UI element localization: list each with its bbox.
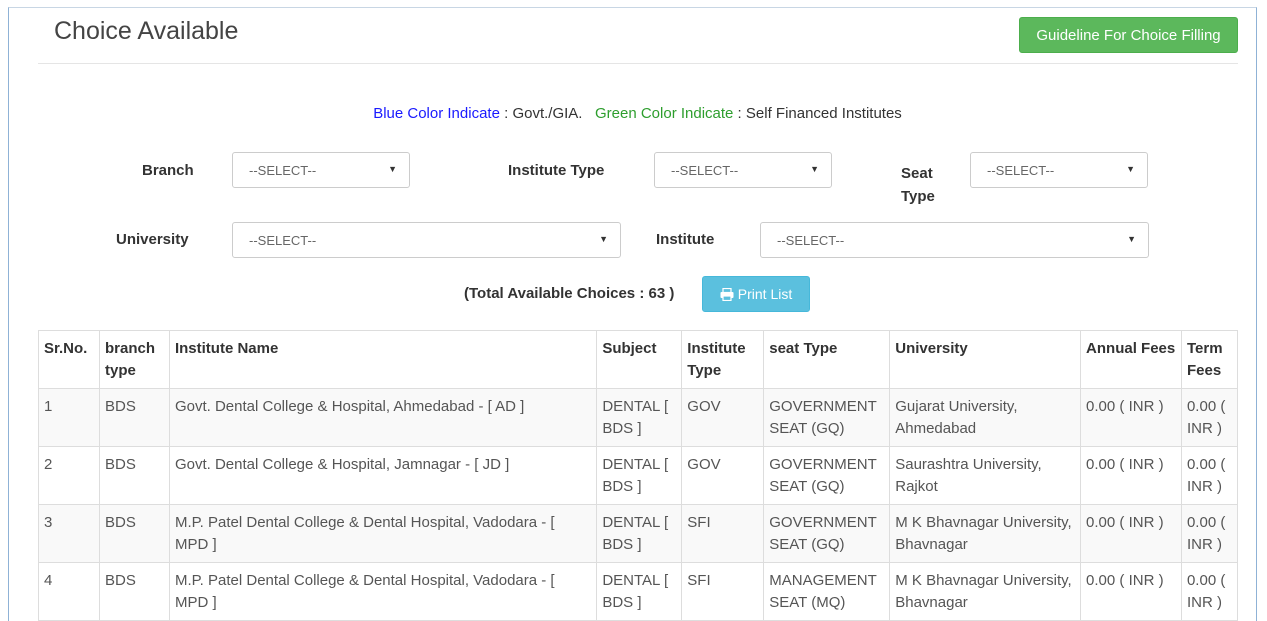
cell-subject: DENTAL [ BDS ]: [596, 446, 683, 505]
col-header[interactable]: branch type: [98, 330, 170, 389]
cell-university: Gujarat University, Ahmedabad: [889, 388, 1082, 447]
cell-branch-type: BDS: [98, 504, 170, 563]
cell-subject: DENTAL [ BDS ]: [596, 504, 683, 563]
institute-select[interactable]: --SELECT-- ▼: [760, 222, 1149, 258]
col-header[interactable]: University: [889, 330, 1082, 389]
cell-sr-no: 3: [38, 504, 100, 563]
print-icon: [720, 287, 734, 301]
cell-sr-no: 2: [38, 446, 100, 505]
col-header[interactable]: seat Type: [763, 330, 891, 389]
chevron-down-icon: ▼: [1126, 164, 1135, 174]
cell-institute-name: M.P. Patel Dental College & Dental Hospi…: [168, 562, 598, 621]
cell-seat-type: GOVERNMENT SEAT (GQ): [763, 388, 891, 447]
guideline-button[interactable]: Guideline For Choice Filling: [1019, 17, 1238, 53]
legend-blue-value: : Govt./GIA.: [499, 105, 583, 122]
cell-institute-type: GOV: [681, 388, 765, 447]
cell-university: M K Bhavnagar University, Bhavnagar: [889, 504, 1082, 563]
institute-label: Institute: [656, 231, 715, 248]
cell-branch-type: BDS: [98, 388, 170, 447]
col-header[interactable]: Annual Fees: [1080, 330, 1182, 389]
cell-university: Saurashtra University, Rajkot: [889, 446, 1082, 505]
university-select-value: --SELECT--: [249, 232, 317, 248]
table-row: 2 BDS Govt. Dental College & Hospital, J…: [38, 446, 1239, 505]
cell-seat-type: GOVERNMENT SEAT (GQ): [763, 446, 891, 505]
seat-type-select-value: --SELECT--: [987, 162, 1055, 178]
seat-type-select[interactable]: --SELECT-- ▼: [970, 152, 1148, 188]
institute-type-select[interactable]: --SELECT-- ▼: [654, 152, 832, 188]
cell-institute-name: Govt. Dental College & Hospital, Ahmedab…: [168, 388, 598, 447]
col-header[interactable]: Subject: [596, 330, 683, 389]
institute-type-select-value: --SELECT--: [671, 162, 739, 178]
seat-type-label-line1: Seat: [901, 165, 933, 182]
legend-green-label: Green Color Indicate: [594, 105, 734, 122]
institute-select-value: --SELECT--: [777, 232, 845, 248]
cell-subject: DENTAL [ BDS ]: [596, 388, 683, 447]
cell-term-fees: 0.00 ( INR ): [1180, 388, 1239, 447]
branch-select-value: --SELECT--: [249, 162, 317, 178]
cell-branch-type: BDS: [98, 562, 170, 621]
cell-university: M K Bhavnagar University, Bhavnagar: [889, 562, 1082, 621]
table-header-row: Sr.No. branch type Institute Name Subjec…: [38, 330, 1239, 389]
cell-term-fees: 0.00 ( INR ): [1180, 446, 1239, 505]
chevron-down-icon: ▼: [599, 234, 608, 244]
cell-institute-name: Govt. Dental College & Hospital, Jamnaga…: [168, 446, 598, 505]
print-list-button[interactable]: Print List: [702, 276, 810, 312]
chevron-down-icon: ▼: [810, 164, 819, 174]
cell-annual-fees: 0.00 ( INR ): [1080, 562, 1182, 621]
choices-table: Sr.No. branch type Institute Name Subjec…: [38, 330, 1239, 621]
col-header[interactable]: Sr.No.: [38, 330, 100, 389]
table-row: 1 BDS Govt. Dental College & Hospital, A…: [38, 388, 1239, 447]
cell-institute-type: GOV: [681, 446, 765, 505]
cell-institute-type: SFI: [681, 562, 765, 621]
print-list-label: Print List: [737, 286, 793, 302]
institute-type-label: Institute Type: [508, 162, 605, 179]
total-choices: (Total Available Choices : 63 ): [464, 285, 675, 302]
cell-term-fees: 0.00 ( INR ): [1180, 562, 1239, 621]
cell-sr-no: 4: [38, 562, 100, 621]
cell-annual-fees: 0.00 ( INR ): [1080, 504, 1182, 563]
cell-seat-type: GOVERNMENT SEAT (GQ): [763, 504, 891, 563]
divider: [38, 63, 1238, 64]
legend-blue-label: Blue Color Indicate: [373, 105, 500, 122]
chevron-down-icon: ▼: [388, 164, 397, 174]
table-row: 4 BDS M.P. Patel Dental College & Dental…: [38, 562, 1239, 621]
seat-type-label: Seat Type: [901, 162, 935, 208]
branch-select[interactable]: --SELECT-- ▼: [232, 152, 410, 188]
col-header[interactable]: Term Fees: [1180, 330, 1239, 389]
branch-label: Branch: [142, 162, 194, 179]
table-row: 3 BDS M.P. Patel Dental College & Dental…: [38, 504, 1239, 563]
page-title: Choice Available: [54, 17, 239, 45]
cell-institute-type: SFI: [681, 504, 765, 563]
col-header[interactable]: Institute Name: [168, 330, 598, 389]
cell-branch-type: BDS: [98, 446, 170, 505]
cell-sr-no: 1: [38, 388, 100, 447]
university-label: University: [116, 231, 189, 248]
chevron-down-icon: ▼: [1127, 234, 1136, 244]
university-select[interactable]: --SELECT-- ▼: [232, 222, 621, 258]
col-header[interactable]: Institute Type: [681, 330, 765, 389]
cell-institute-name: M.P. Patel Dental College & Dental Hospi…: [168, 504, 598, 563]
legend-green-value: : Self Financed Institutes: [733, 105, 902, 122]
cell-seat-type: MANAGEMENT SEAT (MQ): [763, 562, 891, 621]
cell-subject: DENTAL [ BDS ]: [596, 562, 683, 621]
color-legend: Blue Color Indicate : Govt./GIA. Green C…: [0, 105, 1267, 122]
cell-annual-fees: 0.00 ( INR ): [1080, 388, 1182, 447]
seat-type-label-line2: Type: [901, 188, 935, 205]
cell-term-fees: 0.00 ( INR ): [1180, 504, 1239, 563]
cell-annual-fees: 0.00 ( INR ): [1080, 446, 1182, 505]
